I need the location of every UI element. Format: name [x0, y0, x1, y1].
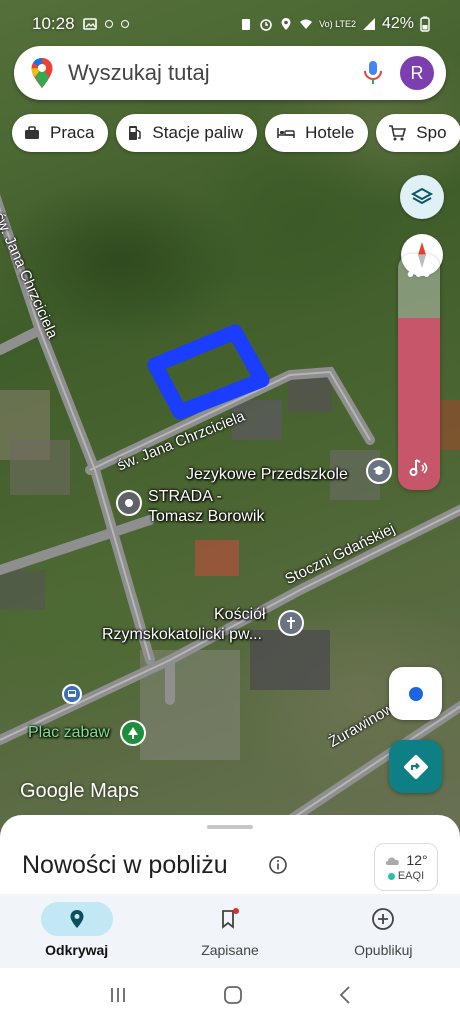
layers-icon	[410, 187, 434, 205]
weather-temp: 12°	[406, 852, 428, 868]
bottom-sheet[interactable]: Nowości w pobliżu 12° EAQI	[0, 815, 460, 905]
cart-icon	[388, 125, 407, 141]
nav-odkrywaj[interactable]: Odkrywaj	[0, 894, 153, 968]
category-chips: Praca Stacje paliw Hotele Spo	[12, 114, 460, 152]
notification-dot-icon-2	[120, 20, 129, 28]
network-type: Vo) LTE2	[319, 18, 356, 29]
add-circle-icon	[372, 908, 395, 930]
music-widget[interactable]: •••	[398, 254, 440, 490]
nav-opublikuj[interactable]: Opublikuj	[307, 894, 460, 968]
avatar[interactable]: R	[400, 56, 434, 90]
chip-praca[interactable]: Praca	[12, 114, 109, 152]
poi-label-kosciol-2[interactable]: Rzymskokatolicki pw...	[102, 626, 262, 644]
directions-button[interactable]	[389, 740, 442, 793]
aqi-indicator-icon	[387, 872, 395, 880]
wifi-icon	[300, 19, 313, 29]
nav-label-opublikuj: Opublikuj	[354, 942, 413, 958]
alarm-icon	[260, 19, 272, 31]
battery-icon	[420, 16, 430, 32]
search-bar[interactable]: Wyszukaj tutaj R	[14, 46, 446, 100]
weather-widget[interactable]: 12° EAQI	[374, 843, 438, 891]
church-pin-icon[interactable]	[278, 610, 304, 636]
music-menu-button[interactable]: •••	[398, 254, 440, 318]
recent-apps-icon[interactable]	[108, 986, 128, 1004]
sheet-drag-handle[interactable]	[207, 825, 253, 829]
attribution-maps: Maps	[90, 780, 139, 802]
status-time: 10:28	[32, 14, 75, 33]
poi-label-przedszkole[interactable]: Jezykowe Przedszkole	[186, 466, 348, 484]
bookmark-icon	[222, 908, 239, 929]
strada-pin-icon[interactable]	[116, 490, 142, 516]
poi-label-strada-1[interactable]: STRADA -	[148, 488, 222, 506]
location-icon	[281, 18, 291, 30]
chip-label: Praca	[50, 123, 95, 142]
system-navigation	[0, 968, 460, 1022]
poi-label-strada-2[interactable]: Tomasz Borowik	[148, 508, 264, 526]
fuel-icon	[128, 125, 142, 141]
nav-label-zapisane: Zapisane	[201, 942, 259, 958]
gallery-icon	[82, 18, 97, 30]
sheet-title: Nowości w pobliżu	[22, 851, 228, 879]
nav-zapisane[interactable]: Zapisane	[153, 894, 306, 968]
chip-spo[interactable]: Spo	[376, 114, 460, 152]
park-pin-icon[interactable]	[120, 720, 146, 746]
briefcase-icon	[24, 126, 40, 140]
chip-stacje-paliw[interactable]: Stacje paliw	[116, 114, 258, 152]
microphone-icon[interactable]	[362, 60, 384, 86]
signal-icon	[362, 18, 375, 30]
status-bar: 10:28 Vo) LTE2 42%	[0, 0, 460, 48]
location-pin-icon	[70, 910, 84, 928]
music-note-icon[interactable]	[407, 456, 431, 480]
directions-icon	[403, 754, 428, 779]
poi-label-kosciol-1[interactable]: Kościół	[214, 606, 266, 624]
bus-stop-icon[interactable]	[62, 684, 82, 704]
cloud-icon	[386, 857, 400, 865]
home-icon[interactable]	[223, 985, 243, 1005]
chip-label: Stacje paliw	[152, 123, 244, 142]
notification-dot-icon	[104, 20, 113, 28]
my-location-icon	[408, 686, 423, 701]
nav-label-odkrywaj: Odkrywaj	[45, 942, 109, 958]
layers-button[interactable]	[400, 175, 444, 219]
school-pin-icon[interactable]	[366, 458, 392, 484]
poi-label-plac[interactable]: Plac zabaw	[28, 724, 110, 742]
attribution-google: Google	[20, 780, 85, 802]
weather-aqi: EAQI	[397, 870, 425, 882]
chip-label: Spo	[416, 123, 447, 142]
back-icon[interactable]	[338, 985, 352, 1005]
battery-saver-icon	[242, 19, 251, 30]
my-location-button[interactable]	[389, 667, 442, 720]
google-maps-attribution: Google Maps	[20, 780, 139, 803]
maps-logo-icon	[31, 58, 53, 88]
bottom-navigation: Odkrywaj Zapisane Opublikuj	[0, 894, 460, 968]
chip-label: Hotele	[305, 123, 355, 142]
battery-percent: 42%	[381, 15, 414, 32]
chip-hotele[interactable]: Hotele	[265, 114, 369, 152]
search-input[interactable]: Wyszukaj tutaj	[68, 60, 362, 86]
info-icon[interactable]	[268, 855, 288, 875]
bed-icon	[277, 127, 295, 139]
